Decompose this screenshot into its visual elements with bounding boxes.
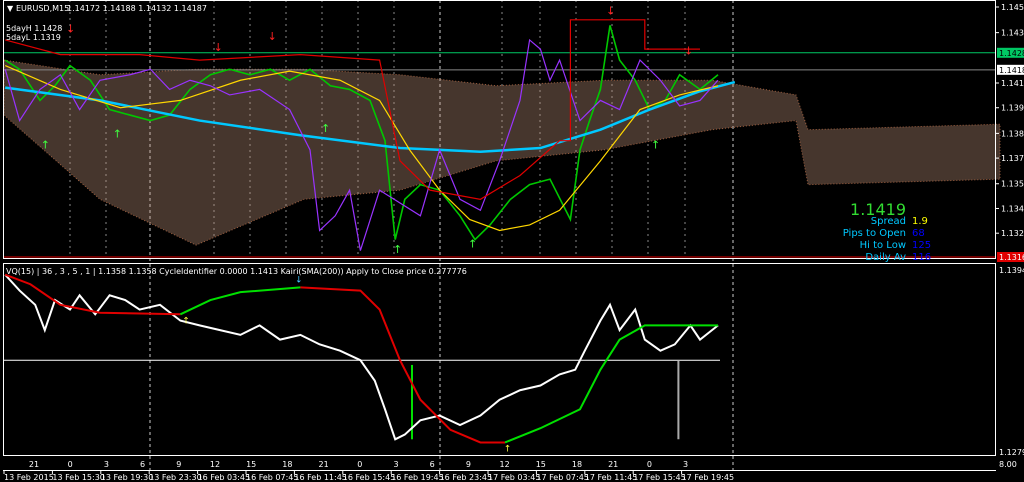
- arrow-down-icon: ↓: [214, 41, 223, 54]
- indicator-tick-label: 1.1394: [999, 266, 1024, 275]
- hour-label: 12: [210, 460, 220, 469]
- arrow-up-icon: ↑: [468, 238, 477, 251]
- price-tick-label: 1.13980: [1001, 104, 1024, 113]
- date-label: 16 Feb 15:45: [343, 473, 395, 482]
- hour-label: 3: [104, 460, 109, 469]
- hour-label: 18: [572, 460, 582, 469]
- price-tick-label: 1.13705: [1001, 154, 1024, 163]
- price-tick-label: 1.14390: [1001, 29, 1024, 38]
- price-tick-label: 1.13430: [1001, 204, 1024, 213]
- hour-label: 0: [68, 460, 73, 469]
- date-label: 16 Feb 11:45: [294, 473, 346, 482]
- arrow-up-icon: ↑: [504, 445, 512, 455]
- indicator-cycle_up_2: [504, 324, 718, 444]
- hour-label: 21: [608, 460, 618, 469]
- price-tick-label: 1.14530: [1001, 3, 1024, 12]
- date-label: 13 Feb 19:30: [101, 473, 153, 482]
- hour-label: 0: [357, 460, 362, 469]
- hour-label: 9: [176, 460, 181, 469]
- price-tag-label: 1.13165: [999, 253, 1024, 262]
- indicator-cycle_up_1: [179, 286, 301, 316]
- arrow-up-icon: ↑: [41, 139, 50, 152]
- price-tag-label: 1.14187: [999, 66, 1024, 75]
- info-row-value: 68: [912, 228, 925, 239]
- grid: [69, 0, 734, 470]
- info-row-value: 1.9: [912, 216, 928, 227]
- arrow-up-icon: ↑: [393, 243, 402, 256]
- arrow-down-icon: ↓: [295, 276, 303, 286]
- info-row: Daily Av 116: [843, 252, 934, 264]
- date-label: 17 Feb 07:45: [536, 473, 588, 482]
- hour-label: 15: [536, 460, 546, 469]
- hour-label: 0: [647, 460, 652, 469]
- indicator-chart-border: [3, 263, 996, 456]
- collapse-triangle-icon[interactable]: ▼: [7, 4, 14, 13]
- info-row-label: Spread: [870, 216, 906, 227]
- arrow-up-icon: ↑: [113, 128, 122, 141]
- arrow-down-icon: ↓: [606, 4, 615, 17]
- hour-label: 21: [29, 460, 39, 469]
- date-label: 16 Feb 19:45: [391, 473, 443, 482]
- date-label: 16 Feb 07:45: [246, 473, 298, 482]
- arrow-down-icon: ↓: [684, 45, 693, 58]
- hour-label: 12: [500, 460, 510, 469]
- hour-label: 3: [683, 460, 688, 469]
- date-label: 16 Feb 23:45: [440, 473, 492, 482]
- info-row-label: Pips to Open: [842, 228, 906, 239]
- indicator-vq: [4, 274, 719, 441]
- hour-label: 6: [140, 460, 145, 469]
- date-label: 13 Feb 2015: [4, 473, 54, 482]
- indicator-header: VQ(15) | 36 , 3 , 5 , 1 | 1.1358 1.1358 …: [6, 267, 467, 276]
- price-tick-label: 1.14115: [1001, 79, 1024, 88]
- hour-label: 3: [393, 460, 398, 469]
- date-label: 16 Feb 03:45: [198, 473, 250, 482]
- axis-corner-label: 8.00: [999, 460, 1017, 469]
- indicator-tick-label: 1.1279: [999, 448, 1024, 457]
- price-tick-label: 1.13295: [1001, 229, 1024, 238]
- arrow-down-icon: ↓: [66, 23, 75, 36]
- info-row-value: 125: [912, 240, 932, 251]
- symbol-title: EURUSD,M15: [16, 4, 69, 13]
- info-row: Pips to Open 68: [843, 228, 934, 240]
- hour-label: 21: [319, 460, 329, 469]
- price-tick-label: 1.13565: [1001, 180, 1024, 189]
- info-row-label: Hi to Low: [859, 240, 906, 251]
- info-row-label: Daily Av: [865, 252, 906, 263]
- info-row: Hi to Low 125: [843, 240, 934, 252]
- five-day-low: 5dayL 1.1319: [6, 33, 61, 42]
- date-label: 13 Feb 15:30: [52, 473, 104, 482]
- ohlc-values: 1.14172 1.14188 1.14132 1.14187: [67, 4, 207, 13]
- hour-label: 9: [466, 460, 471, 469]
- arrow-up-icon: ↑: [182, 316, 190, 326]
- indicator-chart[interactable]: ↑ ↑ ↓: [4, 273, 720, 455]
- arrow-up-icon: ↑: [321, 122, 330, 135]
- info-row: Spread 1.9: [843, 216, 934, 228]
- date-label: 17 Feb 03:45: [488, 473, 540, 482]
- info-row-value: 116: [912, 252, 932, 263]
- hour-label: 6: [430, 460, 435, 469]
- price-tag-label: 1.14280: [999, 49, 1024, 58]
- price-tick-label: 1.13840: [1001, 129, 1024, 138]
- info-rows: Spread 1.9 Pips to Open 68 Hi to Low 125 Daily…: [843, 216, 934, 264]
- date-label: 13 Feb 23:30: [149, 473, 201, 482]
- date-label: 17 Feb 19:45: [682, 473, 734, 482]
- arrow-up-icon: ↑: [651, 139, 660, 152]
- date-label: 17 Feb 11:45: [585, 473, 637, 482]
- five-day-high: 5dayH 1.1428: [6, 24, 62, 33]
- hour-label: 18: [282, 460, 292, 469]
- indicator-cycle_down_1: [4, 273, 181, 316]
- date-label: 17 Feb 15:45: [633, 473, 685, 482]
- hour-label: 15: [246, 460, 256, 469]
- arrow-down-icon: ↓: [268, 30, 277, 43]
